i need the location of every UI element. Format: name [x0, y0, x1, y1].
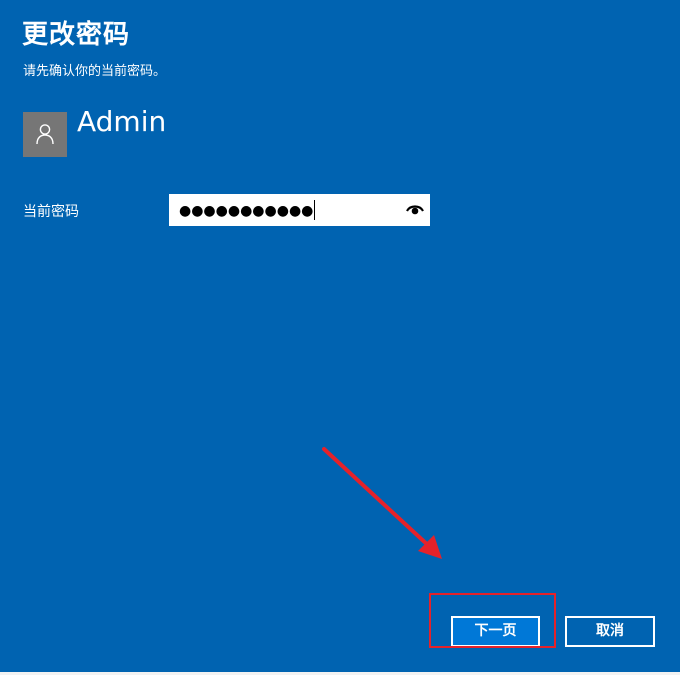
dialog-title: 更改密码: [22, 20, 131, 50]
current-password-input[interactable]: ●●●●●●●●●●●: [169, 194, 430, 226]
current-password-label: 当前密码: [23, 204, 79, 220]
eye-icon[interactable]: [406, 202, 424, 216]
dialog-subtitle: 请先确认你的当前密码。: [23, 64, 167, 79]
user-avatar: [23, 112, 67, 157]
annotation-highlight-box: [429, 593, 556, 648]
change-password-dialog: 更改密码 请先确认你的当前密码。 Admin 当前密码 ●●●●●●●●●●● …: [0, 0, 680, 672]
text-caret: [314, 200, 316, 220]
annotation-arrow: [322, 447, 442, 559]
password-masked-value: ●●●●●●●●●●●: [179, 200, 316, 220]
cancel-button[interactable]: 取消: [565, 616, 655, 647]
user-icon: [36, 124, 54, 145]
user-name: Admin: [77, 105, 167, 138]
